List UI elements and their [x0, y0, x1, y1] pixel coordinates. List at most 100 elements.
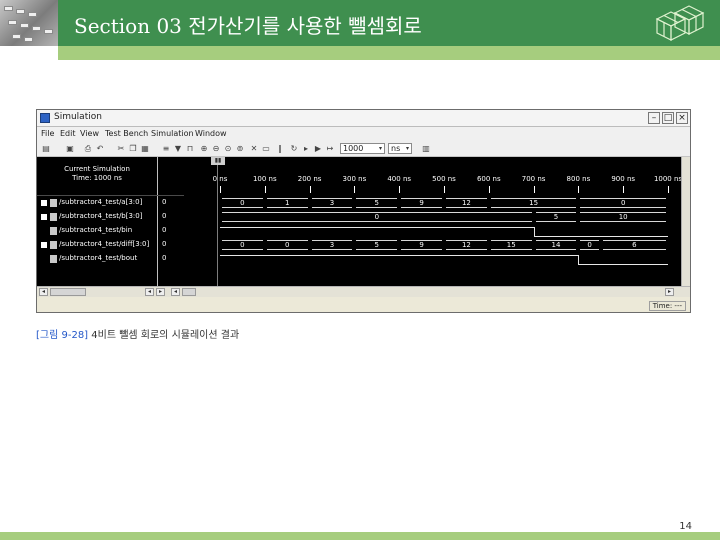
ruler-label: 500 ns — [432, 175, 456, 183]
cross-icon[interactable]: ✕ — [249, 144, 259, 153]
zoom-out-icon[interactable]: ⊖ — [211, 144, 221, 153]
page-number: 14 — [679, 521, 692, 532]
ruler-label: 400 ns — [387, 175, 412, 183]
scroll-left-icon[interactable]: ◂ — [39, 288, 48, 296]
ruler-tick — [354, 186, 356, 193]
wire-edge — [578, 255, 580, 265]
signal-value: 0 — [162, 240, 167, 248]
copy-icon[interactable]: ❐ — [128, 144, 138, 153]
bus-value-label: 0 — [240, 241, 245, 249]
close-button[interactable]: × — [676, 112, 688, 124]
bus-value-segment: 3 — [311, 198, 353, 208]
bus-value-label: 15 — [506, 241, 516, 249]
step-icon[interactable]: ↦ — [325, 144, 335, 153]
bus-value-segment: 12 — [446, 240, 487, 250]
bus-icon[interactable]: ≡ — [161, 144, 171, 153]
waveform-icon[interactable]: ⊓ — [185, 144, 195, 153]
zoom-fit-icon[interactable]: ⊙ — [223, 144, 233, 153]
signal-name: /subtractor4_test/b[3:0] — [59, 212, 143, 220]
run-all-icon[interactable]: ▶ — [313, 144, 323, 153]
bus-value-segment: 5 — [535, 212, 577, 222]
bus-value-segment: 15 — [490, 198, 577, 208]
scroll-right-icon[interactable]: ▸ — [156, 288, 165, 296]
scroll-thumb[interactable] — [182, 288, 196, 296]
expand-icon[interactable] — [41, 214, 47, 220]
signal-row[interactable]: /subtractor4_test/diff[3:0] 0 — [37, 239, 184, 251]
signal-name: /subtractor4_test/bout — [59, 254, 138, 262]
menu-view[interactable]: View — [80, 129, 99, 138]
window-title: Simulation — [54, 112, 102, 122]
step-value: 1000 — [343, 144, 364, 153]
cut-icon[interactable]: ✂ — [116, 144, 126, 153]
ruler-label: 0 ns — [212, 175, 228, 183]
expand-icon[interactable] — [41, 200, 47, 206]
bus-value-segment: 0 — [222, 240, 263, 250]
ruler-tick — [488, 186, 490, 193]
menu-file[interactable]: File — [41, 129, 54, 138]
signal-row[interactable]: /subtractor4_test/b[3:0] 0 — [37, 211, 184, 223]
print-icon[interactable]: ⎙ — [83, 144, 93, 153]
status-bar: Time: --- — [37, 297, 690, 312]
vertical-scrollbar[interactable] — [681, 157, 690, 286]
ruler-label: 900 ns — [611, 175, 636, 183]
ruler-tick — [623, 186, 625, 193]
ruler-tick — [533, 186, 535, 193]
waveform-panel[interactable]: ▮▮ 0 ns 100 ns 200 ns 300 ns 400 ns 500 ns 600… — [184, 157, 690, 286]
menu-simulation[interactable]: Simulation — [151, 129, 194, 138]
zoom-area-icon[interactable]: ⊚ — [235, 144, 245, 153]
bus-value-segment: 0 — [580, 240, 599, 250]
save-icon[interactable]: ▣ — [65, 144, 75, 153]
bus-value-label: 14 — [551, 241, 561, 249]
signal-name: /subtractor4_test/diff[3:0] — [59, 240, 150, 248]
menu-edit[interactable]: Edit — [60, 129, 76, 138]
step-unit-select[interactable]: ns ▾ — [388, 143, 412, 154]
bus-value-label: 0 — [284, 241, 290, 249]
ruler-tick — [668, 186, 669, 193]
bus-value-segment: 9 — [401, 198, 442, 208]
signal-row[interactable]: /subtractor4_test/bout 0 — [37, 253, 184, 265]
menu-test-bench[interactable]: Test Bench — [105, 129, 148, 138]
frame-icon[interactable]: ▭ — [261, 144, 271, 153]
menu-window[interactable]: Window — [195, 129, 227, 138]
ruler-tick — [264, 186, 266, 193]
signal-name: /subtractor4_test/bin — [59, 226, 133, 234]
scroll-left-icon[interactable]: ◂ — [145, 288, 154, 296]
signal-value: 0 — [162, 254, 167, 262]
scroll-left-icon[interactable]: ◂ — [171, 288, 180, 296]
simulation-window: Simulation – □ × File Edit View Test Ben… — [36, 109, 691, 313]
wire-low-segment — [533, 236, 668, 237]
paste-icon[interactable]: ▦ — [140, 144, 150, 153]
time-cursor-handle[interactable]: ▮▮ — [211, 157, 225, 165]
keyboard-photo-icon — [0, 0, 58, 46]
window-titlebar[interactable]: Simulation – □ × — [37, 110, 690, 127]
ruler-label: 300 ns — [342, 175, 367, 183]
zoom-in-icon[interactable]: ⊕ — [199, 144, 209, 153]
wire-high-segment — [220, 255, 579, 256]
ruler-label: 700 ns — [521, 175, 546, 183]
run-icon[interactable]: ▸ — [301, 144, 311, 153]
minimize-button[interactable]: – — [648, 112, 660, 124]
layout-icon[interactable]: ▥ — [421, 144, 431, 153]
step-value-select[interactable]: 1000 ▾ — [340, 143, 385, 154]
scroll-right-icon[interactable]: ▸ — [665, 288, 674, 296]
expand-icon[interactable] — [41, 242, 47, 248]
open-icon[interactable]: ▤ — [41, 144, 51, 153]
marker-icon[interactable]: ▼ — [173, 144, 183, 153]
bus-value-label: 5 — [374, 241, 380, 249]
horizontal-scrollbars: ◂ ◂ ▸ ◂ ▸ — [37, 286, 690, 297]
pause-icon[interactable]: ‖ — [275, 144, 285, 153]
signal-value: 0 — [162, 198, 167, 206]
maximize-button[interactable]: □ — [662, 112, 674, 124]
signal-row[interactable]: /subtractor4_test/a[3:0] 0 — [37, 197, 184, 209]
bus-value-segment: 9 — [401, 240, 442, 250]
bus-value-segment: 15 — [490, 240, 532, 250]
signal-row[interactable]: /subtractor4_test/bin 0 — [37, 225, 184, 237]
signal-value: 0 — [162, 212, 167, 220]
ruler-label: 600 ns — [476, 175, 501, 183]
signal-panel: Current Simulation Time: 1000 ns /subtra… — [37, 157, 184, 286]
ruler-tick — [309, 186, 311, 193]
scroll-thumb[interactable] — [50, 288, 86, 296]
ruler-tick — [444, 186, 445, 193]
restart-icon[interactable]: ↻ — [289, 144, 299, 153]
undo-icon[interactable]: ↶ — [95, 144, 105, 153]
